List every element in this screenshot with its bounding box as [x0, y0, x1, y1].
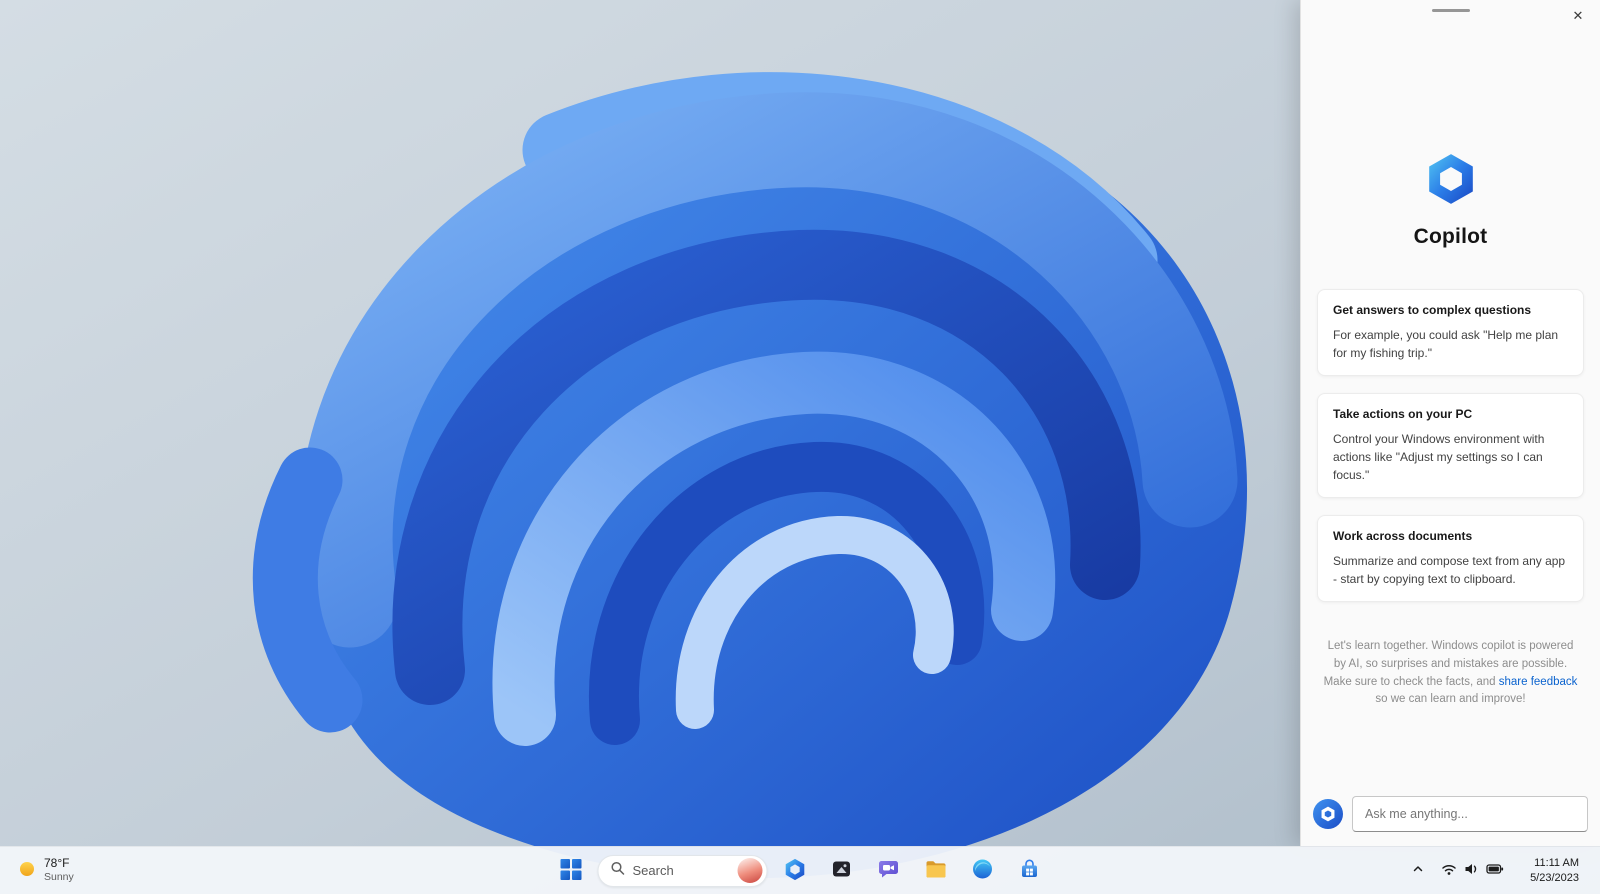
microsoft-store-icon: [1019, 858, 1041, 883]
teams-chat-icon: [878, 858, 900, 883]
desktop-screen: ✕ Copilot Get answers to complex questio…: [0, 0, 1600, 894]
share-feedback-link[interactable]: share feedback: [1499, 676, 1578, 688]
start-button[interactable]: [551, 851, 591, 891]
card-title: Get answers to complex questions: [1333, 303, 1532, 317]
card-title: Take actions on your PC: [1333, 407, 1473, 421]
clock-date: 5/23/2023: [1530, 871, 1579, 884]
card-title: Work across documents: [1333, 529, 1473, 543]
photos-app-button[interactable]: [822, 851, 862, 891]
copilot-icon: [783, 858, 806, 884]
search-box[interactable]: Search: [597, 854, 768, 887]
card-body: Control your Windows environment with ac…: [1333, 432, 1545, 482]
edge-browser-button[interactable]: [963, 851, 1003, 891]
ask-input[interactable]: [1352, 796, 1588, 832]
microsoft-store-button[interactable]: [1010, 851, 1050, 891]
disclaimer-after: so we can learn and improve!: [1375, 693, 1526, 706]
panel-drag-handle-icon[interactable]: [1431, 9, 1470, 12]
weather-widget[interactable]: 78°F Sunny: [8, 851, 84, 890]
taskbar: 78°F Sunny Search 11:11 AM 5/23/2023: [0, 846, 1600, 894]
card-body: For example, you could ask "Help me plan…: [1333, 328, 1559, 360]
card-take-actions[interactable]: Take actions on your PC Control your Win…: [1317, 393, 1584, 498]
card-work-across-documents[interactable]: Work across documents Summarize and comp…: [1317, 515, 1584, 602]
teams-chat-button[interactable]: [869, 851, 909, 891]
search-placeholder: Search: [632, 863, 674, 878]
file-explorer-button[interactable]: [916, 851, 956, 891]
weather-condition: Sunny: [44, 871, 74, 884]
search-highlight-image[interactable]: [737, 858, 763, 883]
ask-input-row: [1313, 796, 1588, 832]
close-icon[interactable]: ✕: [1564, 3, 1592, 29]
photos-icon: [831, 858, 853, 883]
taskbar-clock[interactable]: 11:11 AM 5/23/2023: [1513, 851, 1596, 891]
card-complex-questions[interactable]: Get answers to complex questions For exa…: [1317, 289, 1584, 376]
copilot-title: Copilot: [1413, 225, 1488, 248]
card-body: Summarize and compose text from any app …: [1333, 554, 1566, 586]
search-icon: [611, 861, 625, 880]
tray-chevron-button[interactable]: [1404, 851, 1432, 891]
chevron-up-icon: [1411, 862, 1425, 879]
copilot-taskbar-button[interactable]: [775, 851, 815, 891]
network-volume-battery-button[interactable]: [1434, 851, 1511, 891]
windows-logo-icon: [560, 858, 581, 883]
clock-time: 11:11 AM: [1534, 857, 1579, 870]
weather-temp: 78°F: [44, 856, 70, 871]
copilot-logo-icon: [1424, 152, 1478, 211]
volume-icon: [1464, 862, 1479, 879]
copilot-badge-icon: [1313, 799, 1343, 829]
edge-icon: [972, 858, 994, 883]
taskbar-center-group: Search: [551, 847, 1050, 894]
wifi-icon: [1441, 862, 1457, 879]
disclaimer-text: Let's learn together. Windows copilot is…: [1301, 638, 1600, 709]
copilot-panel: ✕ Copilot Get answers to complex questio…: [1300, 0, 1600, 846]
file-explorer-icon: [924, 858, 947, 884]
weather-sun-icon: [18, 860, 36, 881]
battery-icon: [1486, 863, 1504, 878]
suggestion-cards: Get answers to complex questions For exa…: [1301, 289, 1600, 602]
system-tray: 11:11 AM 5/23/2023: [1404, 847, 1596, 894]
